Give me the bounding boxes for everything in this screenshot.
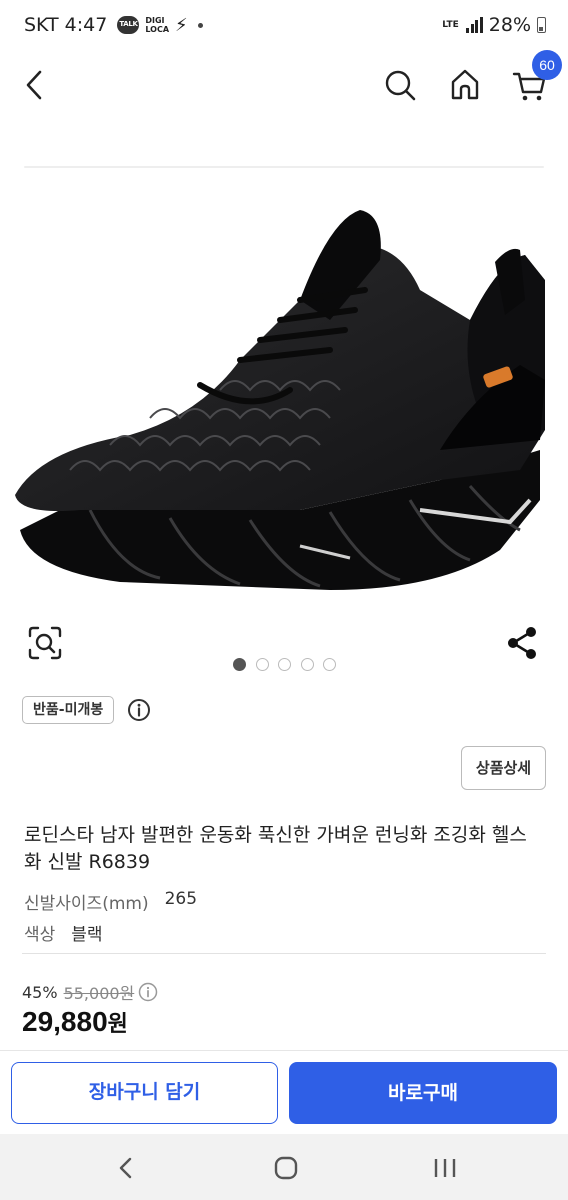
product-detail-button[interactable]: 상품상세 — [461, 746, 546, 790]
condition-badge: 반품-미개봉 — [22, 696, 115, 724]
info-icon[interactable] — [127, 698, 151, 722]
home-icon[interactable] — [446, 64, 484, 104]
product-title: 로딘스타 남자 발편한 운동화 푹신한 가벼운 런닝화 조깅화 헬스화 신발 R… — [24, 824, 527, 873]
lte-icon: LTE — [442, 19, 459, 30]
section-divider — [22, 953, 546, 954]
option-value: 블랙 — [71, 925, 103, 945]
bolt-icon: ⚡ — [175, 14, 188, 36]
option-row-color: 색상 블랙 — [24, 920, 103, 945]
search-icon[interactable] — [382, 64, 418, 104]
battery-percent: 28% — [488, 14, 531, 36]
status-right: LTE 28% — [442, 14, 546, 36]
option-label: 색상 — [24, 925, 56, 945]
pagination-dot-4[interactable] — [300, 658, 314, 671]
pagination-dot-5[interactable] — [323, 658, 336, 671]
price-row: 45% 55,000원 — [22, 980, 158, 1004]
carrier-label: SKT — [24, 14, 59, 36]
final-price: 29,880원 — [22, 1006, 128, 1038]
discount-rate: 45% — [22, 982, 58, 1002]
nav-recent-apps-icon[interactable] — [428, 1152, 462, 1184]
currency-label: 원 — [107, 1012, 128, 1037]
kakaotalk-icon — [117, 16, 140, 34]
clock: 4:47 — [64, 14, 108, 36]
cart-count-badge[interactable]: 60 — [532, 50, 562, 80]
nav-home-icon[interactable] — [270, 1152, 302, 1184]
zoom-search-icon[interactable] — [26, 624, 64, 662]
pagination-dot-1[interactable] — [233, 658, 246, 671]
top-app-bar — [0, 56, 568, 168]
option-value: 265 — [164, 889, 198, 909]
system-navigation-bar — [0, 1134, 568, 1200]
gallery-pagination — [233, 658, 346, 671]
buy-now-button[interactable]: 바로구매 — [289, 1062, 557, 1124]
pagination-dot-3[interactable] — [278, 658, 291, 671]
price-info-icon[interactable] — [138, 982, 158, 1002]
back-arrow-icon[interactable] — [18, 64, 50, 104]
status-left: SKT 4:47 DIGI LOCA ⚡ — [24, 14, 203, 36]
loca-label: LOCA — [145, 25, 170, 34]
digi-loca-icon: DIGI LOCA — [145, 16, 169, 34]
notification-dot-icon — [197, 22, 203, 28]
battery-icon — [537, 17, 546, 33]
digi-label: DIGI — [145, 16, 165, 25]
status-bar: SKT 4:47 DIGI LOCA ⚡ LTE 28% — [0, 0, 568, 56]
nav-back-icon[interactable] — [112, 1152, 140, 1184]
original-price: 55,000원 — [63, 984, 135, 1003]
signal-icon — [465, 17, 483, 33]
add-to-cart-button[interactable]: 장바구니 담기 — [11, 1062, 278, 1124]
pagination-dot-2[interactable] — [255, 658, 269, 671]
final-price-amount: 29,880 — [22, 1006, 108, 1037]
option-label: 신발사이즈(mm) — [24, 894, 149, 914]
bottom-action-bar: 장바구니 담기 바로구매 — [0, 1050, 568, 1134]
share-icon[interactable] — [504, 624, 540, 662]
product-image[interactable] — [0, 150, 568, 610]
option-row-size: 신발사이즈(mm) 265 — [24, 889, 197, 914]
